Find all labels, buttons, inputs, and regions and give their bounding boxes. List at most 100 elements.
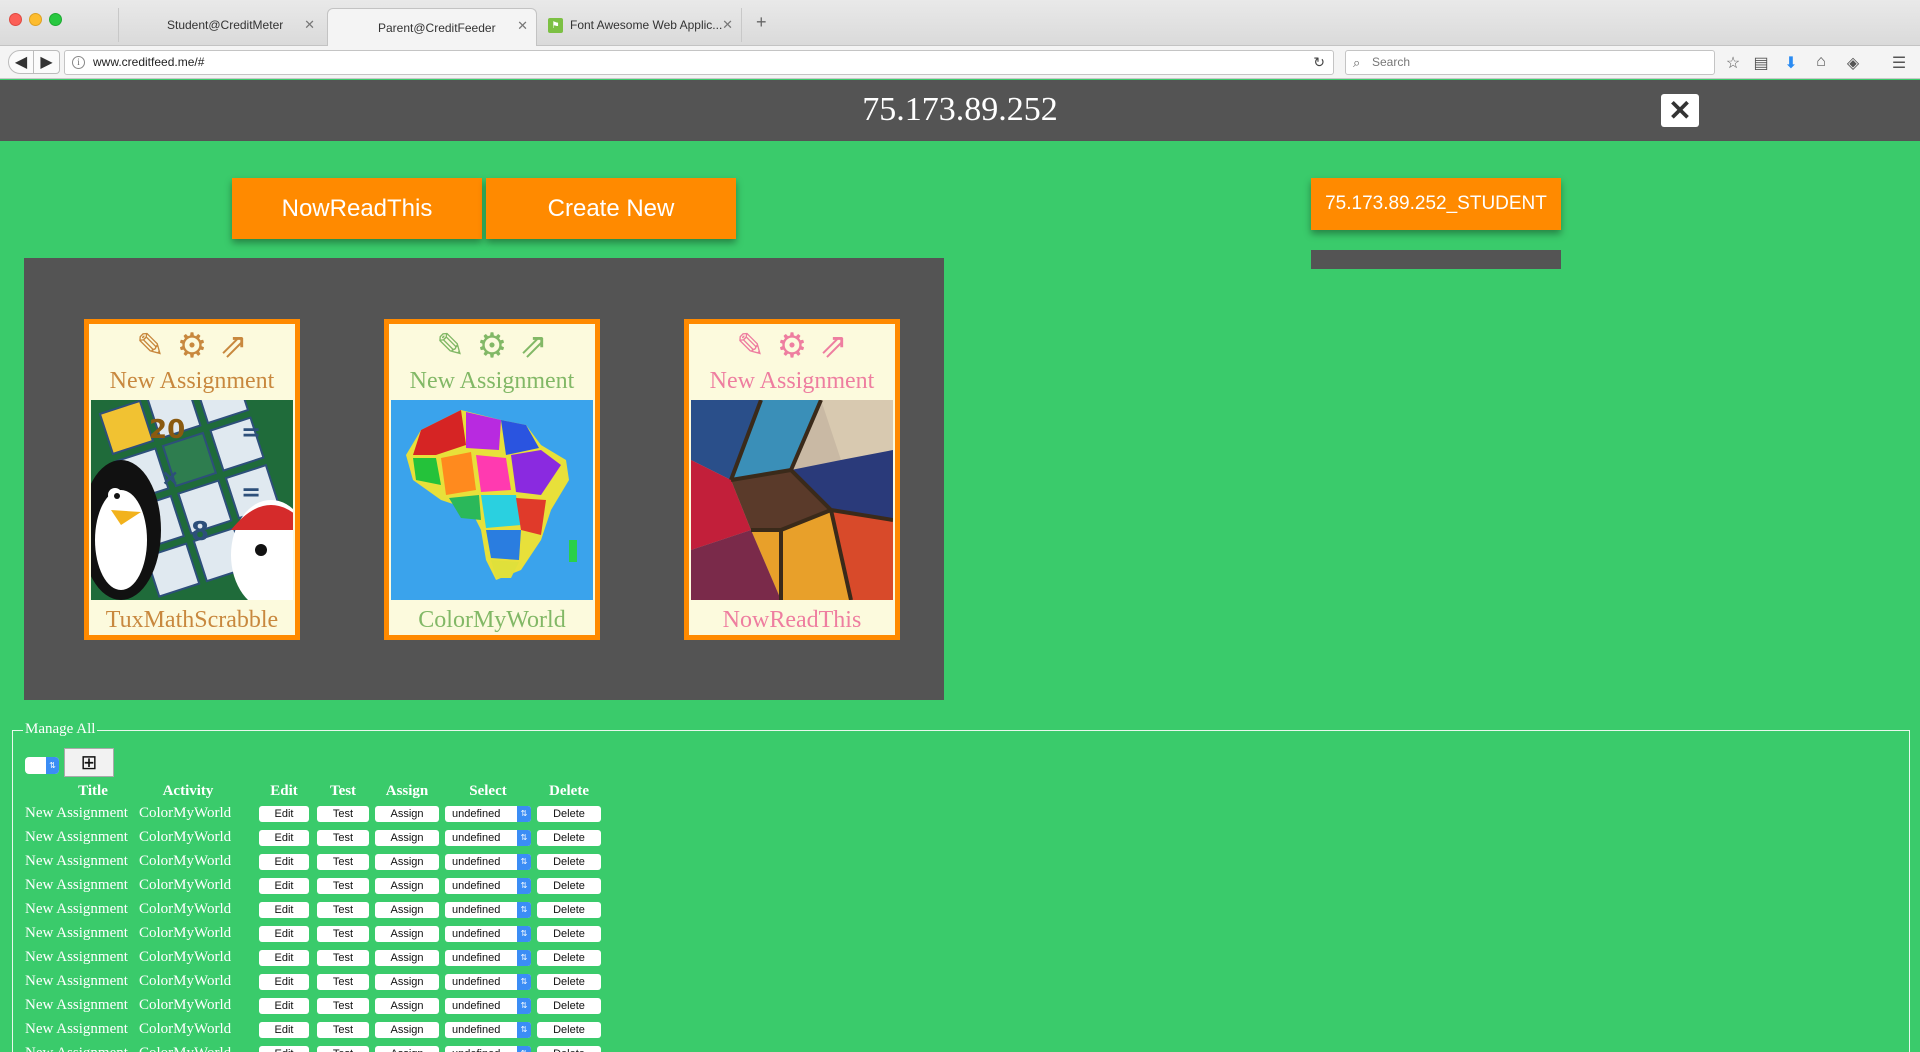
delete-button[interactable]: Delete bbox=[537, 902, 601, 918]
external-link-icon[interactable]: ⇗ bbox=[819, 328, 848, 364]
test-button[interactable]: Test bbox=[317, 950, 369, 966]
edit-button[interactable]: Edit bbox=[259, 830, 309, 846]
edit-button[interactable]: Edit bbox=[259, 806, 309, 822]
minimize-window-icon[interactable] bbox=[29, 13, 42, 26]
edit-button[interactable]: Edit bbox=[259, 1046, 309, 1052]
assign-select[interactable]: undefined ⇅ bbox=[445, 806, 531, 822]
test-button[interactable]: Test bbox=[317, 902, 369, 918]
student-button[interactable]: 75.173.89.252_STUDENT bbox=[1311, 178, 1561, 230]
assign-button[interactable]: Assign bbox=[375, 998, 439, 1014]
tab-close-icon[interactable]: ✕ bbox=[722, 17, 733, 33]
edit-button[interactable]: Edit bbox=[259, 926, 309, 942]
gear-icon[interactable]: ⚙ bbox=[177, 328, 207, 364]
url-bar[interactable]: i www.creditfeed.me/# ↻ bbox=[64, 50, 1334, 75]
back-button[interactable]: ◀ bbox=[8, 50, 34, 74]
assign-button[interactable]: Assign bbox=[375, 806, 439, 822]
search-input[interactable]: ⌕ Search bbox=[1345, 50, 1715, 75]
pocket-icon[interactable]: ◈ bbox=[1842, 53, 1864, 73]
test-button[interactable]: Test bbox=[317, 1022, 369, 1038]
card-title: New Assignment bbox=[409, 368, 575, 394]
delete-button[interactable]: Delete bbox=[537, 926, 601, 942]
test-button[interactable]: Test bbox=[317, 1046, 369, 1052]
select-value: undefined bbox=[452, 928, 501, 940]
star-bookmark-icon[interactable]: ☆ bbox=[1722, 53, 1744, 73]
zoom-window-icon[interactable] bbox=[49, 13, 62, 26]
delete-button[interactable]: Delete bbox=[537, 854, 601, 870]
info-icon[interactable]: i bbox=[72, 56, 85, 69]
edit-button[interactable]: Edit bbox=[259, 902, 309, 918]
assign-select[interactable]: undefined ⇅ bbox=[445, 902, 531, 918]
assign-button[interactable]: Assign bbox=[375, 854, 439, 870]
test-button[interactable]: Test bbox=[317, 806, 369, 822]
edit-icon[interactable]: ✎ bbox=[136, 328, 165, 364]
hamburger-menu-icon[interactable]: ☰ bbox=[1888, 53, 1910, 73]
assign-select[interactable]: undefined ⇅ bbox=[445, 854, 531, 870]
assign-select[interactable]: undefined ⇅ bbox=[445, 1046, 531, 1052]
filter-select[interactable]: ⇅ bbox=[25, 757, 59, 774]
browser-tab-parent[interactable]: Parent@CreditFeeder ✕ bbox=[327, 8, 537, 47]
nowreadthis-button[interactable]: NowReadThis bbox=[232, 178, 482, 239]
browser-tab-student[interactable]: Student@CreditMeter ✕ bbox=[118, 8, 323, 42]
gear-icon[interactable]: ⚙ bbox=[477, 328, 507, 364]
test-button[interactable]: Test bbox=[317, 878, 369, 894]
forward-button[interactable]: ▶ bbox=[34, 50, 60, 74]
assignment-card[interactable]: ✎ ⚙ ⇗ New Assignment bbox=[384, 319, 600, 640]
edit-button[interactable]: Edit bbox=[259, 878, 309, 894]
home-icon[interactable]: ⌂ bbox=[1810, 53, 1832, 71]
test-button[interactable]: Test bbox=[317, 854, 369, 870]
assign-select[interactable]: undefined ⇅ bbox=[445, 878, 531, 894]
delete-button[interactable]: Delete bbox=[537, 1046, 601, 1052]
test-button[interactable]: Test bbox=[317, 998, 369, 1014]
gear-icon[interactable]: ⚙ bbox=[777, 328, 807, 364]
assign-select[interactable]: undefined ⇅ bbox=[445, 974, 531, 990]
edit-button[interactable]: Edit bbox=[259, 854, 309, 870]
assign-select[interactable]: undefined ⇅ bbox=[445, 1022, 531, 1038]
close-window-icon[interactable] bbox=[9, 13, 22, 26]
test-button[interactable]: Test bbox=[317, 830, 369, 846]
assign-select[interactable]: undefined ⇅ bbox=[445, 830, 531, 846]
assign-button[interactable]: Assign bbox=[375, 830, 439, 846]
assignment-card[interactable]: ✎ ⚙ ⇗ New Assignment bbox=[84, 319, 300, 640]
edit-button[interactable]: Edit bbox=[259, 998, 309, 1014]
new-tab-icon[interactable]: + bbox=[756, 12, 767, 33]
delete-button[interactable]: Delete bbox=[537, 830, 601, 846]
assign-select[interactable]: undefined ⇅ bbox=[445, 926, 531, 942]
reading-list-icon[interactable]: ▤ bbox=[1750, 53, 1772, 73]
assign-button[interactable]: Assign bbox=[375, 1046, 439, 1052]
delete-button[interactable]: Delete bbox=[537, 998, 601, 1014]
tab-close-icon[interactable]: ✕ bbox=[304, 17, 315, 33]
delete-button[interactable]: Delete bbox=[537, 950, 601, 966]
card-activity: ColorMyWorld bbox=[418, 607, 566, 633]
delete-button[interactable]: Delete bbox=[537, 878, 601, 894]
external-link-icon[interactable]: ⇗ bbox=[519, 328, 548, 364]
assign-button[interactable]: Assign bbox=[375, 926, 439, 942]
test-button[interactable]: Test bbox=[317, 974, 369, 990]
delete-button[interactable]: Delete bbox=[537, 974, 601, 990]
test-button[interactable]: Test bbox=[317, 926, 369, 942]
external-link-icon[interactable]: ⇗ bbox=[219, 328, 248, 364]
assign-button[interactable]: Assign bbox=[375, 902, 439, 918]
reload-icon[interactable]: ↻ bbox=[1313, 51, 1325, 74]
assign-select[interactable]: undefined ⇅ bbox=[445, 950, 531, 966]
edit-icon[interactable]: ✎ bbox=[436, 328, 465, 364]
assignment-card[interactable]: ✎ ⚙ ⇗ New Assignment bbox=[684, 319, 900, 640]
card-title: New Assignment bbox=[709, 368, 875, 394]
assign-button[interactable]: Assign bbox=[375, 1022, 439, 1038]
assign-button[interactable]: Assign bbox=[375, 974, 439, 990]
assign-button[interactable]: Assign bbox=[375, 950, 439, 966]
delete-button[interactable]: Delete bbox=[537, 1022, 601, 1038]
edit-icon[interactable]: ✎ bbox=[736, 328, 765, 364]
assign-button[interactable]: Assign bbox=[375, 878, 439, 894]
download-icon[interactable]: ⬇ bbox=[1780, 53, 1802, 73]
edit-button[interactable]: Edit bbox=[259, 974, 309, 990]
edit-button[interactable]: Edit bbox=[259, 950, 309, 966]
browser-tab-fontawesome[interactable]: ⚑ Font Awesome Web Applic... ✕ bbox=[542, 8, 742, 42]
create-new-button[interactable]: Create New bbox=[486, 178, 736, 239]
select-arrow-icon: ⇅ bbox=[517, 830, 531, 846]
assign-select[interactable]: undefined ⇅ bbox=[445, 998, 531, 1014]
edit-button[interactable]: Edit bbox=[259, 1022, 309, 1038]
delete-button[interactable]: Delete bbox=[537, 806, 601, 822]
add-assignment-button[interactable]: ⊞ bbox=[64, 748, 114, 777]
tab-close-icon[interactable]: ✕ bbox=[517, 18, 528, 34]
close-button[interactable]: ✕ bbox=[1661, 94, 1699, 127]
